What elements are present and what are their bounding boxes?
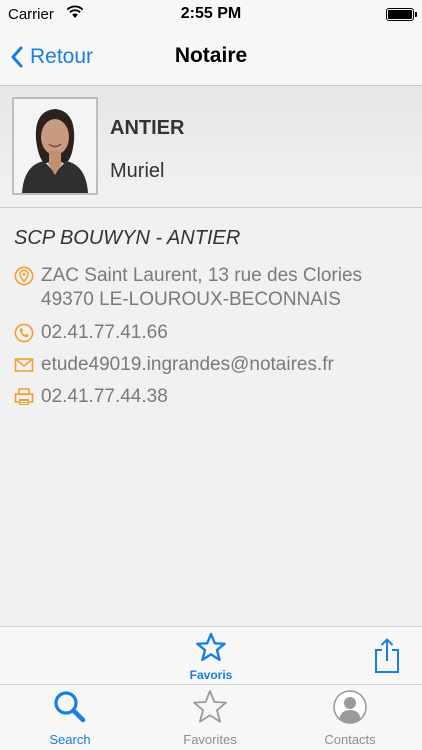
favorite-button-label: Favoris: [189, 668, 233, 682]
add-favorite-button[interactable]: Favoris: [186, 632, 236, 682]
address-line-1: ZAC Saint Laurent, 13 rue des Clories: [41, 265, 363, 286]
profile-header: ANTIER Muriel: [0, 86, 422, 208]
contact-icon: [333, 690, 367, 724]
fax-number: 02.41.77.44.38: [41, 386, 168, 407]
search-icon: [54, 691, 86, 723]
location-pin-icon: [14, 266, 34, 286]
share-button[interactable]: [372, 637, 402, 675]
tab-bar: Search Favorites Contacts: [0, 684, 422, 750]
contact-details: SCP BOUWYN - ANTIER ZAC Saint Laurent, 1…: [0, 208, 422, 626]
tab-contacts-label: Contacts: [324, 732, 376, 747]
tab-search-label: Search: [49, 732, 91, 747]
fax-row: 02.41.77.44.38: [14, 385, 168, 409]
email-row[interactable]: etude49019.ingrandes@notaires.fr: [14, 353, 334, 377]
notary-first-name: Muriel: [110, 160, 165, 182]
tab-favorites[interactable]: Favorites: [150, 689, 270, 749]
status-time: 2:55 PM: [180, 5, 242, 22]
tab-contacts[interactable]: Contacts: [290, 689, 410, 749]
battery-icon: [386, 8, 417, 21]
address-line-2: 49370 LE-LOUROUX-BECONNAIS: [41, 289, 341, 310]
star-icon: [193, 690, 227, 723]
page-title: Notaire: [174, 44, 248, 67]
fax-icon: [14, 388, 34, 405]
phone-icon: [14, 323, 34, 343]
phone-row[interactable]: 02.41.77.41.66: [14, 321, 168, 345]
office-name: SCP BOUWYN - ANTIER: [14, 227, 241, 249]
address-row[interactable]: ZAC Saint Laurent, 13 rue des Clories 49…: [14, 264, 362, 312]
notary-last-name: ANTIER: [110, 117, 185, 139]
navigation-bar: Retour Notaire: [0, 30, 422, 86]
star-icon: [196, 632, 226, 661]
status-bar: Carrier 2:55 PM: [0, 0, 422, 30]
action-toolbar: Favoris: [0, 626, 422, 684]
share-icon: [375, 638, 399, 673]
tab-search[interactable]: Search: [10, 689, 130, 749]
tab-favorites-label: Favorites: [183, 732, 237, 747]
mail-icon: [14, 358, 34, 372]
email-address: etude49019.ingrandes@notaires.fr: [41, 354, 334, 375]
profile-photo: [12, 97, 98, 195]
phone-number: 02.41.77.41.66: [41, 322, 168, 343]
